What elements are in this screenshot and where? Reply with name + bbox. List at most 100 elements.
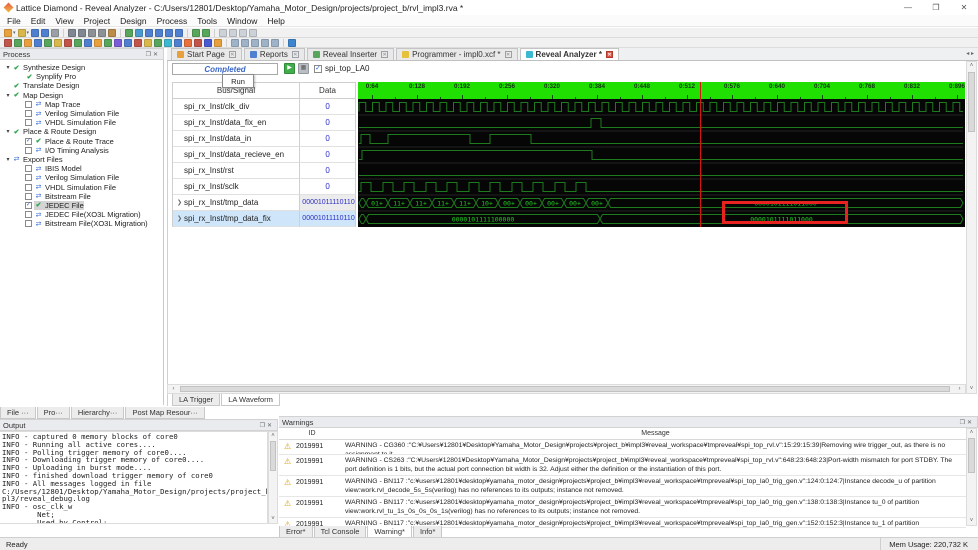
signal-data-value[interactable]: 0 bbox=[300, 131, 356, 147]
stop-icon[interactable] bbox=[194, 38, 202, 47]
help-globe-icon[interactable] bbox=[288, 38, 296, 47]
tree-expander-icon[interactable]: ▾ bbox=[4, 92, 12, 99]
signal-name[interactable]: spi_rx_Inst/data_in bbox=[173, 131, 301, 147]
signal-data-value[interactable]: 0 bbox=[300, 179, 356, 195]
process-tree-item[interactable]: ⇄ Verilog Simulation File bbox=[0, 173, 163, 182]
expand-bus-icon[interactable]: ❯ bbox=[177, 215, 182, 222]
process-tree-item[interactable]: ⇄ IBIS Model bbox=[0, 164, 163, 173]
process-tree-item[interactable]: ✓ ✔ JEDEC File bbox=[0, 200, 163, 210]
report-window-icon-2[interactable] bbox=[241, 38, 249, 47]
close-panel-icon[interactable]: ✕ bbox=[267, 423, 274, 429]
process-checkbox[interactable]: ✓ bbox=[25, 137, 32, 145]
view-split-icon[interactable] bbox=[202, 28, 211, 37]
output-console[interactable]: INFO - captured 0 memory blocks of core0… bbox=[0, 431, 268, 524]
open-icon-dropdown[interactable]: ▾ bbox=[27, 30, 30, 36]
tab-reveal-analyzer-[interactable]: Reveal Analyzer * ✕ bbox=[519, 48, 619, 60]
signal-row[interactable]: spi_rx_Inst/clk_div 0 bbox=[172, 99, 356, 115]
open-icon[interactable] bbox=[17, 28, 26, 37]
tab-reveal-inserter[interactable]: Reveal Inserter ✕ bbox=[306, 48, 395, 60]
chip-view-icon[interactable] bbox=[144, 38, 152, 47]
find-icon[interactable] bbox=[125, 28, 134, 37]
process-checkbox[interactable]: ✓ bbox=[25, 201, 32, 209]
layout-icon-4[interactable] bbox=[249, 28, 258, 37]
zoom-fit-icon[interactable] bbox=[165, 28, 174, 37]
warning-row[interactable]: ⚠ 2019991 WARNING - BN117 :"c:¥users¥128… bbox=[279, 476, 966, 497]
process-tree-item[interactable]: ⇄ Bitstream File(XO3L Migration) bbox=[0, 219, 163, 228]
signal-name[interactable]: ❯ spi_rx_Inst/tmp_data bbox=[173, 195, 301, 211]
process-tree-item[interactable]: ⇄ JEDEC File(XO3L Migration) bbox=[0, 210, 163, 219]
compile-icon[interactable] bbox=[214, 38, 222, 47]
warning-row[interactable]: ⚠ 2019991 WARNING - BN117 :"c:¥users¥128… bbox=[279, 497, 966, 518]
dock-tab-pro[interactable]: Pro··· bbox=[36, 407, 70, 419]
close-panel-icon[interactable]: ✕ bbox=[967, 420, 974, 426]
tab-scroll-buttons[interactable]: ◂ ▸ bbox=[966, 50, 978, 60]
signal-row[interactable]: ❯spi_rx_Inst/tmp_data 0000101111011000▼ bbox=[172, 195, 356, 211]
waveform-vertical-scrollbar[interactable]: ˄ ˅ bbox=[966, 61, 977, 394]
redo-icon[interactable] bbox=[78, 28, 87, 37]
ncd-view-icon[interactable] bbox=[134, 38, 142, 47]
menu-design[interactable]: Design bbox=[115, 16, 151, 26]
menu-edit[interactable]: Edit bbox=[26, 16, 51, 26]
tab-close-icon[interactable]: ✕ bbox=[605, 51, 613, 58]
tree-expander-icon[interactable]: ▾ bbox=[4, 128, 12, 135]
stop-run-button[interactable]: ▦ bbox=[298, 63, 309, 74]
signal-name[interactable]: ❯ spi_rx_Inst/tmp_data_fix bbox=[173, 211, 301, 227]
clarity-icon[interactable] bbox=[14, 38, 22, 47]
run-icon[interactable] bbox=[174, 38, 182, 47]
close-button[interactable]: ✕ bbox=[950, 0, 978, 15]
signal-row[interactable]: ❯ spi_rx_Inst/tmp_data_fix 00001011110110… bbox=[172, 211, 356, 227]
floorplan-icon[interactable] bbox=[114, 38, 122, 47]
tab-la-waveform[interactable]: LA Waveform bbox=[221, 394, 280, 406]
timing-analysis-icon[interactable] bbox=[154, 38, 162, 47]
menu-view[interactable]: View bbox=[50, 16, 78, 26]
column-header-data[interactable]: Data bbox=[299, 82, 356, 99]
process-tree-item[interactable]: ⇄ Verilog Simulation File bbox=[0, 109, 163, 118]
signal-row[interactable]: spi_rx_Inst/sclk 0 bbox=[172, 179, 356, 195]
warnings-id-header[interactable]: ID bbox=[279, 428, 345, 440]
process-checkbox[interactable] bbox=[25, 110, 32, 118]
warning-row[interactable]: ⚠ 2019991 WARNING - CG360 :"C:¥Users¥128… bbox=[279, 440, 966, 455]
output-scrollbar[interactable]: ˄ ˅ bbox=[268, 431, 278, 524]
diagram-icon[interactable] bbox=[104, 38, 112, 47]
report-window-icon-1[interactable] bbox=[231, 38, 239, 47]
package-view-icon[interactable] bbox=[44, 38, 52, 47]
minimize-button[interactable]: — bbox=[894, 0, 922, 15]
tab-la-trigger[interactable]: LA Trigger bbox=[172, 394, 221, 406]
save-all-icon[interactable] bbox=[41, 28, 50, 37]
waveform-horizontal-scrollbar[interactable]: ‹ › bbox=[167, 384, 966, 394]
process-checkbox[interactable] bbox=[25, 211, 32, 219]
new-icon[interactable] bbox=[4, 28, 12, 37]
process-checkbox[interactable] bbox=[25, 146, 32, 154]
settings-icon[interactable] bbox=[24, 38, 32, 47]
tree-expander-icon[interactable]: ▾ bbox=[4, 64, 12, 71]
float-panel-icon[interactable]: ❐ bbox=[146, 52, 153, 58]
power-calc-icon[interactable] bbox=[54, 38, 62, 47]
menu-file[interactable]: File bbox=[2, 16, 26, 26]
signal-name[interactable]: spi_rx_Inst/clk_div bbox=[173, 99, 301, 115]
process-checkbox[interactable] bbox=[25, 183, 32, 191]
download-icon[interactable] bbox=[204, 38, 212, 47]
signal-name[interactable]: spi_rx_Inst/data_recieve_en bbox=[173, 147, 301, 163]
process-tree-item[interactable]: ▾ ✔ Synthesize Design bbox=[0, 63, 163, 72]
layout-icon-2[interactable] bbox=[229, 28, 238, 37]
warning-row[interactable]: ⚠ 2019991 WARNING - CS263 :"C:¥Users¥128… bbox=[279, 455, 966, 476]
report-window-icon-3[interactable] bbox=[251, 38, 259, 47]
dock-tab-postmapresour[interactable]: Post Map Resour··· bbox=[125, 407, 205, 419]
report-window-icon-4[interactable] bbox=[261, 38, 269, 47]
programmer-icon[interactable] bbox=[164, 38, 172, 47]
tab-reports[interactable]: Reports ✕ bbox=[243, 48, 305, 60]
rerun-icon[interactable] bbox=[184, 38, 192, 47]
process-tree-item[interactable]: ⇄ VHDL Simulation File bbox=[0, 118, 163, 127]
layout-icon-1[interactable] bbox=[219, 28, 228, 37]
process-checkbox[interactable] bbox=[25, 174, 32, 182]
time-ruler[interactable]: 0:64 0:128 0:192 0:256 0:320 0:384 0:448 0:512 0… bbox=[358, 82, 965, 99]
strategy-icon[interactable] bbox=[4, 38, 12, 47]
menu-process[interactable]: Process bbox=[152, 16, 193, 26]
expand-bus-icon[interactable]: ❯ bbox=[177, 199, 182, 206]
reveal-inserter-icon[interactable] bbox=[84, 38, 92, 47]
signal-data-value[interactable]: 0000101111011000▼ bbox=[300, 195, 356, 211]
dock-tab-file[interactable]: File ··· bbox=[0, 407, 36, 419]
save-icon[interactable] bbox=[31, 28, 40, 37]
signal-data-value[interactable]: 0000101111011000▼ bbox=[300, 211, 356, 227]
float-panel-icon[interactable]: ❐ bbox=[260, 423, 267, 429]
